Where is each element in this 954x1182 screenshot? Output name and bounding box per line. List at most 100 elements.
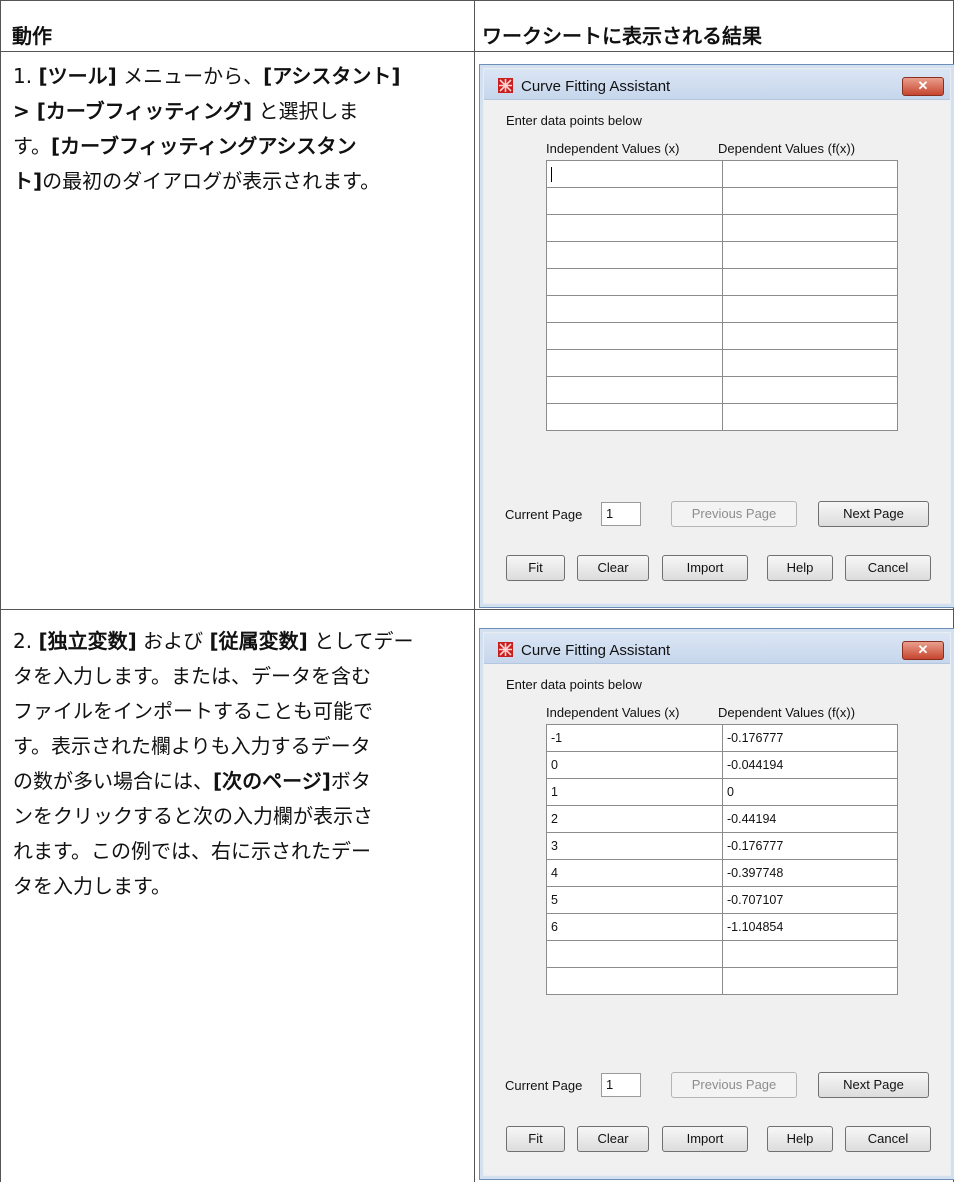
close-icon[interactable]: ✕ — [902, 77, 944, 96]
previous-page-button[interactable]: Previous Page — [671, 501, 797, 527]
current-page-field[interactable]: 1 — [601, 1073, 641, 1097]
independent-value-cell[interactable]: -1 — [546, 724, 723, 752]
table-row — [546, 967, 898, 995]
step-line: ト]の最初のダイアログが表示されます。 — [13, 164, 469, 199]
table-row: 2 -0.44194 — [546, 805, 898, 833]
independent-value-cell[interactable]: 0 — [546, 751, 723, 779]
clear-button[interactable]: Clear — [577, 555, 649, 581]
dependent-value-cell[interactable] — [722, 967, 898, 995]
dependent-value-cell[interactable] — [722, 295, 898, 323]
dependent-value-cell[interactable] — [722, 214, 898, 242]
fit-button[interactable]: Fit — [506, 555, 565, 581]
current-page-field[interactable]: 1 — [601, 502, 641, 526]
table-row — [546, 214, 898, 242]
independent-value-cell[interactable] — [546, 403, 723, 431]
step-text-run: ファイルをインポートすることも可能で — [13, 699, 373, 723]
independent-value-cell[interactable] — [546, 967, 723, 995]
import-button[interactable]: Import — [662, 555, 748, 581]
clear-button[interactable]: Clear — [577, 1126, 649, 1152]
help-button[interactable]: Help — [767, 555, 833, 581]
step-text-run: タを入力します。または、データを含む — [13, 664, 371, 688]
previous-page-button[interactable]: Previous Page — [671, 1072, 797, 1098]
independent-value-cell[interactable] — [546, 241, 723, 269]
next-page-button[interactable]: Next Page — [818, 1072, 929, 1098]
step-text-run: としてデー — [307, 629, 414, 653]
dependent-value-cell[interactable] — [722, 376, 898, 404]
cancel-button[interactable]: Cancel — [845, 555, 931, 581]
independent-value-cell[interactable] — [546, 349, 723, 377]
dependent-value-cell[interactable] — [722, 322, 898, 350]
dependent-value-cell[interactable]: -0.044194 — [722, 751, 898, 779]
dependent-value-cell[interactable] — [722, 349, 898, 377]
independent-value-cell[interactable] — [546, 322, 723, 350]
dependent-value-cell[interactable] — [722, 187, 898, 215]
independent-value-cell[interactable]: 5 — [546, 886, 723, 914]
dialog-title: Curve Fitting Assistant — [521, 642, 671, 659]
dependent-value-cell[interactable] — [722, 403, 898, 431]
step-line: > [カーブフィッティング] と選択しま — [13, 94, 469, 129]
table-row — [546, 160, 898, 188]
dialog-prompt: Enter data points below — [506, 113, 642, 128]
independent-value-cell[interactable] — [546, 160, 723, 188]
table-row — [546, 322, 898, 350]
dialog-titlebar[interactable]: Curve Fitting Assistant ✕ — [484, 69, 950, 100]
dependent-value-cell[interactable] — [722, 940, 898, 968]
dependent-value-cell[interactable]: -0.44194 — [722, 805, 898, 833]
independent-value-cell[interactable] — [546, 214, 723, 242]
dependent-value-cell[interactable] — [722, 268, 898, 296]
table-row: 6 -1.104854 — [546, 913, 898, 941]
fit-button[interactable]: Fit — [506, 1126, 565, 1152]
table-row: 3 -0.176777 — [546, 832, 898, 860]
step-line: の数が多い場合には、[次のページ]ボタ — [13, 764, 469, 799]
step-line: す。表示された欄よりも入力するデータ — [13, 729, 469, 764]
table-row — [546, 349, 898, 377]
independent-value-cell[interactable] — [546, 376, 723, 404]
dependent-value-cell[interactable]: -1.104854 — [722, 913, 898, 941]
curve-fitting-dialog-1: Curve Fitting Assistant ✕ Enter data poi… — [479, 64, 954, 608]
table-row: 10 — [546, 778, 898, 806]
dependent-value-cell[interactable]: -0.176777 — [722, 724, 898, 752]
import-button[interactable]: Import — [662, 1126, 748, 1152]
maple-leaf-icon — [498, 642, 513, 657]
table-border-left — [0, 0, 1, 1182]
ui-term: > [カーブフィッティング] — [13, 99, 253, 123]
independent-value-cell[interactable]: 4 — [546, 859, 723, 887]
dependent-value-cell[interactable]: -0.397748 — [722, 859, 898, 887]
dependent-value-cell[interactable] — [722, 241, 898, 269]
independent-value-cell[interactable]: 2 — [546, 805, 723, 833]
col-header-x: Independent Values (x) — [546, 141, 680, 156]
independent-value-cell[interactable] — [546, 295, 723, 323]
table-row: -1 -0.176777 — [546, 724, 898, 752]
dependent-value-cell[interactable]: -0.707107 — [722, 886, 898, 914]
help-button[interactable]: Help — [767, 1126, 833, 1152]
step-line: れます。この例では、右に示されたデー — [13, 834, 469, 869]
table-row: 5 -0.707107 — [546, 886, 898, 914]
text-cursor — [551, 166, 552, 182]
dependent-value-cell[interactable] — [722, 160, 898, 188]
ui-term: [ツール] — [38, 64, 117, 88]
dependent-value-cell[interactable]: 0 — [722, 778, 898, 806]
close-icon[interactable]: ✕ — [902, 641, 944, 660]
table-row — [546, 376, 898, 404]
independent-value-cell[interactable] — [546, 940, 723, 968]
independent-value-cell[interactable]: 6 — [546, 913, 723, 941]
maple-leaf-icon — [498, 78, 513, 93]
dialog-prompt: Enter data points below — [506, 677, 642, 692]
current-page-label: Current Page — [505, 507, 583, 522]
dependent-value-cell[interactable]: -0.176777 — [722, 832, 898, 860]
dialog-titlebar[interactable]: Curve Fitting Assistant ✕ — [484, 633, 950, 664]
current-page-label: Current Page — [505, 1078, 583, 1093]
step-text-run: の最初のダイアログが表示されます。 — [42, 169, 381, 193]
independent-value-cell[interactable]: 3 — [546, 832, 723, 860]
step-text-run: タを入力します。 — [13, 874, 171, 898]
table-row: 0 -0.044194 — [546, 751, 898, 779]
next-page-button[interactable]: Next Page — [818, 501, 929, 527]
step-line: ンをクリックすると次の入力欄が表示さ — [13, 799, 469, 834]
cancel-button[interactable]: Cancel — [845, 1126, 931, 1152]
independent-value-cell[interactable]: 1 — [546, 778, 723, 806]
step-text-run: 1. — [13, 64, 39, 88]
independent-value-cell[interactable] — [546, 268, 723, 296]
data-points-table: -1 -0.176777 0 -0.044194 1 0 2 -0.44194 3 -0.1767… — [546, 724, 898, 995]
ui-term: ト] — [13, 169, 43, 193]
independent-value-cell[interactable] — [546, 187, 723, 215]
